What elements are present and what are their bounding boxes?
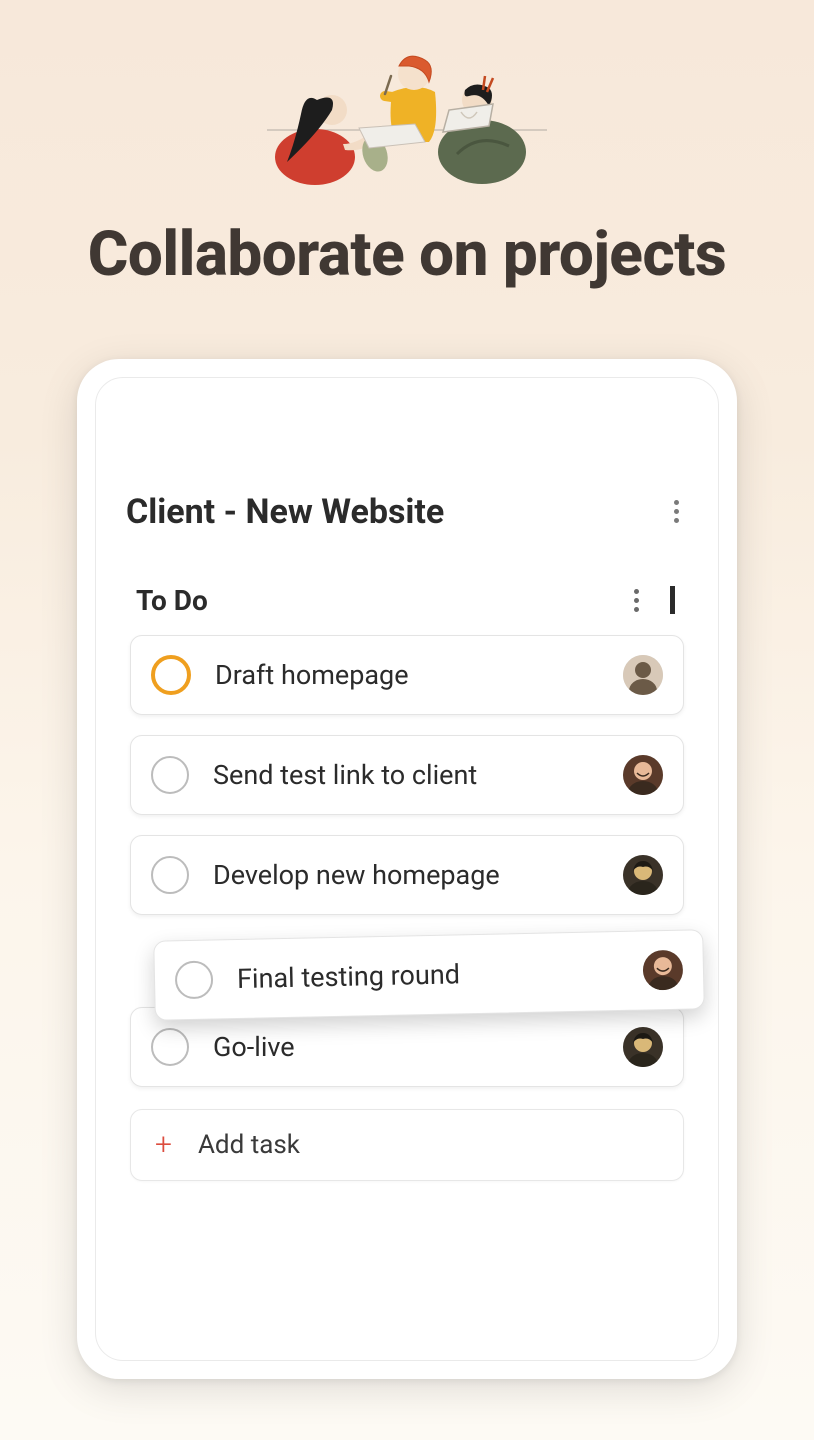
task-card[interactable]: Draft homepage [130,635,684,715]
task-checkbox[interactable] [151,655,191,695]
task-title: Final testing round [237,954,644,994]
project-title: Client - New Website [126,492,444,532]
assignee-avatar[interactable] [623,1027,663,1067]
section-more-icon[interactable] [624,588,648,612]
task-title: Develop new homepage [213,859,623,891]
assignee-avatar[interactable] [623,655,663,695]
assignee-avatar[interactable] [623,755,663,795]
task-checkbox[interactable] [151,756,189,794]
section-title: To Do [136,584,208,617]
task-checkbox[interactable] [175,960,214,999]
assignee-avatar[interactable] [643,950,684,991]
assignee-avatar[interactable] [623,855,663,895]
task-title: Draft homepage [215,659,623,691]
next-column-hint [670,586,678,614]
page-heading: Collaborate on projects [88,222,726,289]
task-checkbox[interactable] [151,1028,189,1066]
project-more-icon[interactable] [664,500,688,524]
task-card-dragging[interactable]: Final testing round [153,929,705,1021]
phone-frame: Client - New Website To Do Draft homep [77,359,737,1379]
app-screen: Client - New Website To Do Draft homep [95,377,719,1361]
task-checkbox[interactable] [151,856,189,894]
task-list: Draft homepage Send test link to client … [96,635,718,1087]
plus-icon: + [155,1130,172,1160]
task-card[interactable]: Send test link to client [130,735,684,815]
add-task-button[interactable]: + Add task [130,1109,684,1181]
section-header: To Do [96,532,718,635]
task-title: Send test link to client [213,759,623,791]
task-card[interactable]: Develop new homepage [130,835,684,915]
project-header: Client - New Website [96,406,718,532]
collaboration-illustration [257,32,557,192]
task-title: Go-live [213,1031,623,1063]
add-task-label: Add task [198,1130,300,1160]
